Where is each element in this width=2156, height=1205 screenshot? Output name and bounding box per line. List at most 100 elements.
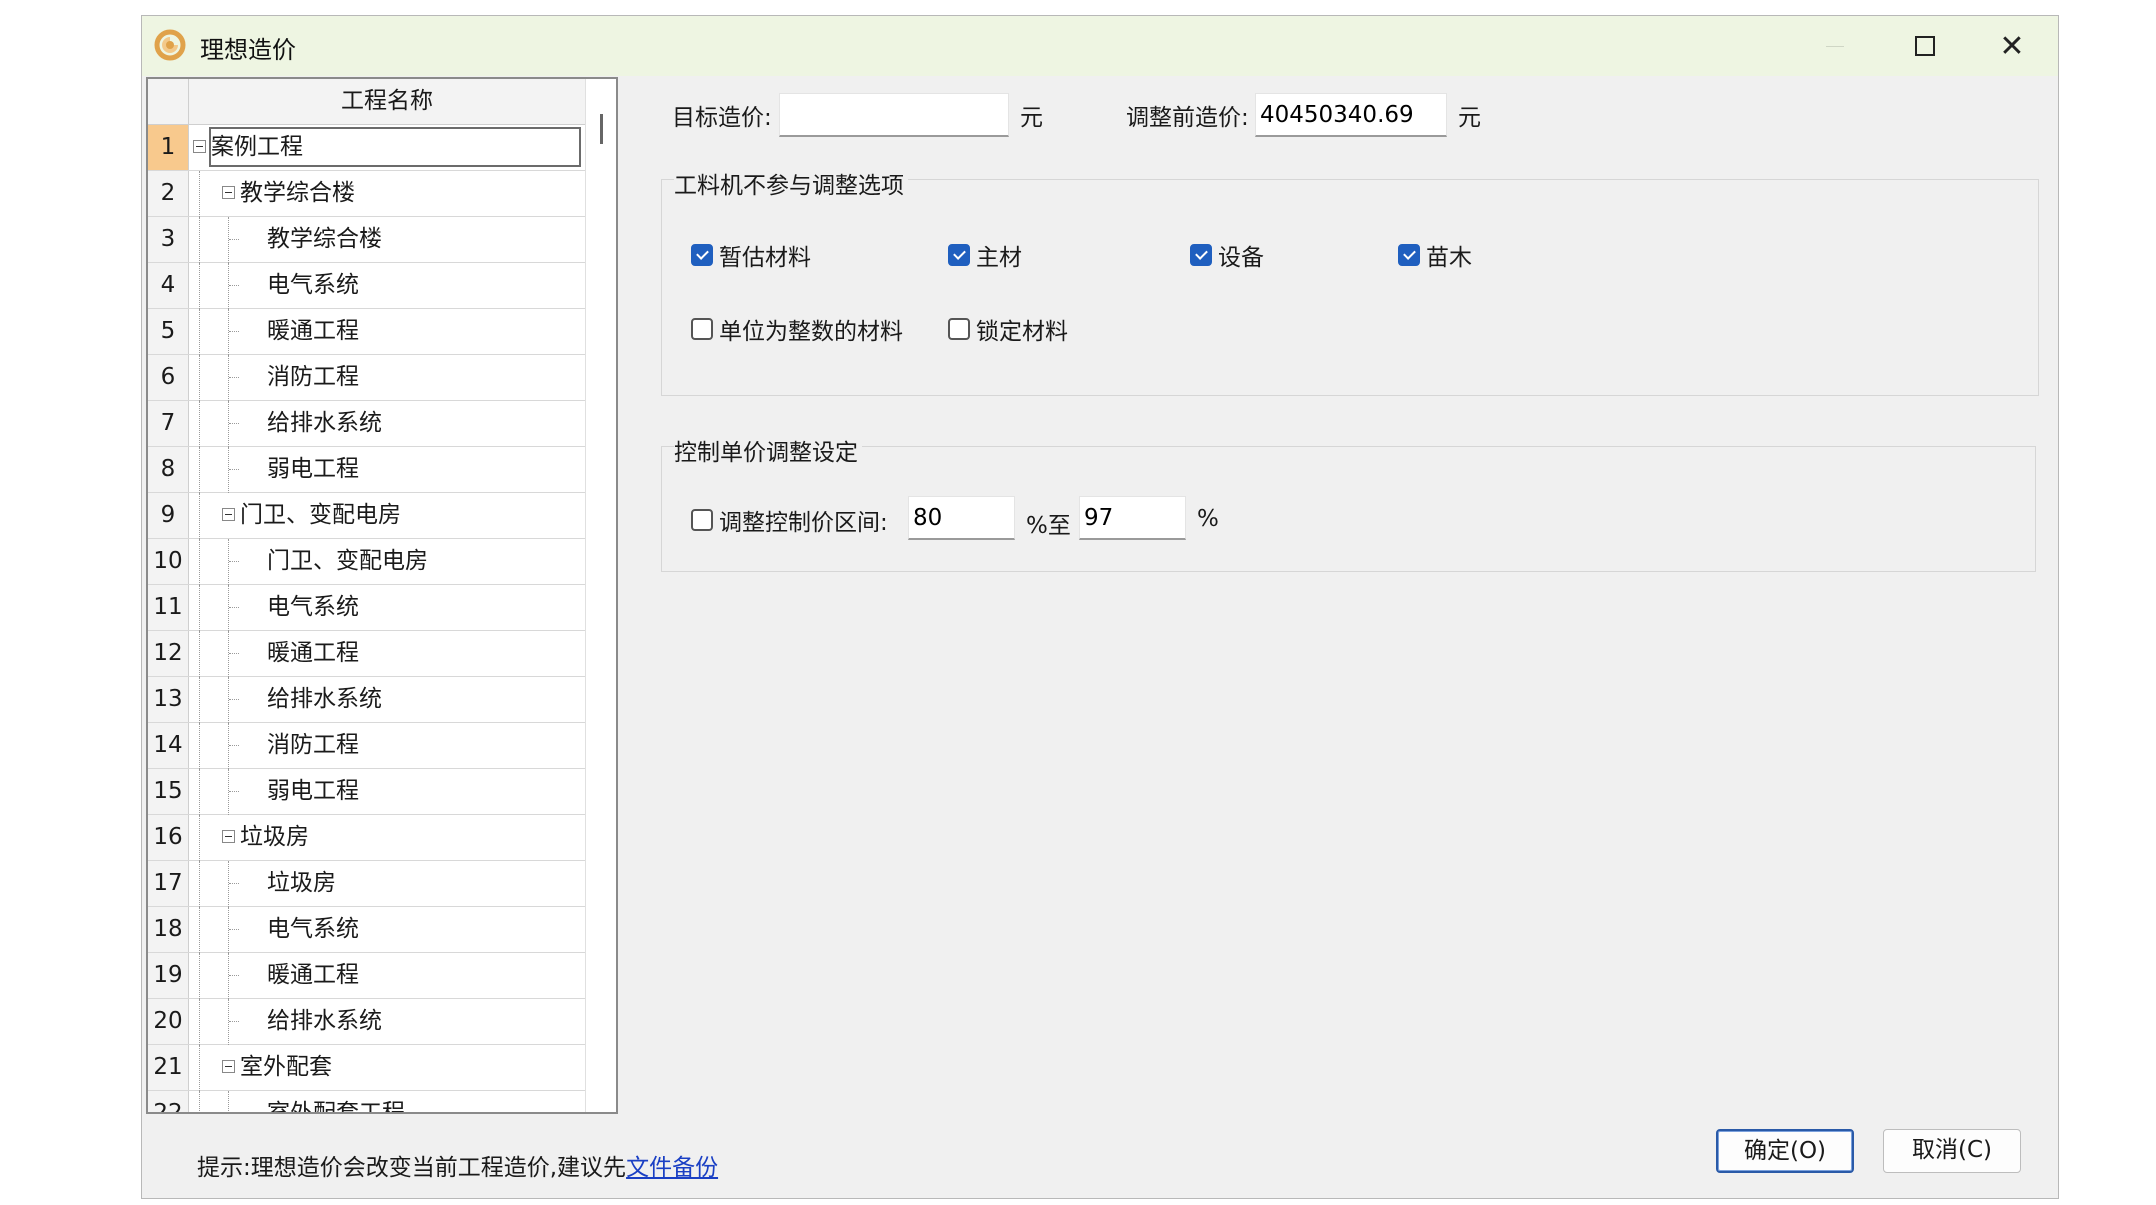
tree-cell[interactable]: 暖通工程 — [189, 953, 585, 999]
checkbox-main-material[interactable]: 主材 — [948, 240, 1022, 271]
tree-cell[interactable]: 弱电工程 — [189, 769, 585, 815]
tree-cell[interactable]: 消防工程 — [189, 723, 585, 769]
row-number[interactable]: 20 — [148, 999, 189, 1044]
column-header-project-name[interactable]: 工程名称 — [189, 79, 585, 124]
tree-row[interactable]: 2 教学综合楼 — [148, 171, 585, 217]
range-to-input[interactable] — [1079, 496, 1186, 540]
minimize-button[interactable] — [1792, 16, 1878, 76]
tree-row[interactable]: 14 消防工程 — [148, 723, 585, 769]
row-number[interactable]: 2 — [148, 171, 189, 216]
tree-row[interactable]: 10 门卫、变配电房 — [148, 539, 585, 585]
row-number[interactable]: 16 — [148, 815, 189, 860]
row-number[interactable]: 6 — [148, 355, 189, 400]
checkbox-integer-unit-material[interactable]: 单位为整数的材料 — [691, 314, 903, 345]
row-number[interactable]: 9 — [148, 493, 189, 538]
file-backup-link[interactable]: 文件备份 — [626, 1155, 718, 1181]
row-number[interactable]: 7 — [148, 401, 189, 446]
tree-cell[interactable]: 暖通工程 — [189, 631, 585, 677]
close-button[interactable]: ✕ — [1969, 16, 2055, 76]
tree-row[interactable]: 1 案例工程 — [148, 125, 585, 171]
scrollbar-thumb[interactable] — [600, 114, 603, 144]
tree-cell[interactable]: 给排水系统 — [189, 401, 585, 447]
row-number[interactable]: 13 — [148, 677, 189, 722]
maximize-button[interactable] — [1882, 16, 1968, 76]
row-number[interactable]: 10 — [148, 539, 189, 584]
row-number[interactable]: 5 — [148, 309, 189, 354]
tree-cell[interactable]: 电气系统 — [189, 907, 585, 953]
tree-row[interactable]: 20 给排水系统 — [148, 999, 585, 1045]
checkbox-icon[interactable] — [948, 244, 970, 266]
collapse-toggle-icon[interactable] — [222, 508, 235, 521]
tree-row[interactable]: 5 暖通工程 — [148, 309, 585, 355]
row-number[interactable]: 4 — [148, 263, 189, 308]
tree-cell[interactable]: 案例工程 — [189, 125, 585, 170]
row-number[interactable]: 12 — [148, 631, 189, 676]
tree-cell[interactable]: 垃圾房 — [189, 815, 585, 861]
row-number[interactable]: 3 — [148, 217, 189, 262]
tree-row[interactable]: 3 教学综合楼 — [148, 217, 585, 263]
tree-scrollbar[interactable] — [585, 79, 616, 1112]
checkbox-icon[interactable] — [691, 509, 713, 531]
checkbox-equipment[interactable]: 设备 — [1190, 240, 1264, 271]
tree-row[interactable]: 19 暖通工程 — [148, 953, 585, 999]
tree-row[interactable]: 17 垃圾房 — [148, 861, 585, 907]
row-number[interactable]: 21 — [148, 1045, 189, 1090]
tree-row[interactable]: 15 弱电工程 — [148, 769, 585, 815]
tree-cell[interactable]: 垃圾房 — [189, 861, 585, 907]
collapse-toggle-icon[interactable] — [222, 186, 235, 199]
tree-cell[interactable]: 暖通工程 — [189, 309, 585, 355]
tree-cell[interactable]: 给排水系统 — [189, 999, 585, 1045]
row-number[interactable]: 8 — [148, 447, 189, 492]
row-number[interactable]: 14 — [148, 723, 189, 768]
checkbox-provisional-material[interactable]: 暂估材料 — [691, 240, 811, 271]
row-number[interactable]: 17 — [148, 861, 189, 906]
tree-row[interactable]: 11 电气系统 — [148, 585, 585, 631]
tree-row[interactable]: 21 室外配套 — [148, 1045, 585, 1091]
tree-connector-line — [228, 585, 229, 631]
checkbox-icon[interactable] — [691, 318, 713, 340]
tree-row[interactable]: 4 电气系统 — [148, 263, 585, 309]
tree-cell[interactable]: 门卫、变配电房 — [189, 539, 585, 585]
row-number[interactable]: 15 — [148, 769, 189, 814]
ok-button[interactable]: 确定(O) — [1716, 1129, 1854, 1173]
tree-cell[interactable]: 电气系统 — [189, 585, 585, 631]
target-cost-input[interactable] — [779, 93, 1009, 137]
checkbox-icon[interactable] — [1398, 244, 1420, 266]
tree-cell[interactable]: 教学综合楼 — [189, 217, 585, 263]
tree-cell[interactable]: 弱电工程 — [189, 447, 585, 493]
exclude-options-title: 工料机不参与调整选项 — [674, 166, 908, 200]
row-number[interactable]: 11 — [148, 585, 189, 630]
range-from-input[interactable] — [908, 496, 1015, 540]
checkbox-icon[interactable] — [948, 318, 970, 340]
tree-cell[interactable]: 室外配套工程 — [189, 1091, 585, 1112]
tree-row[interactable]: 7 给排水系统 — [148, 401, 585, 447]
collapse-toggle-icon[interactable] — [193, 140, 206, 153]
cancel-button[interactable]: 取消(C) — [1883, 1129, 2021, 1173]
checkbox-icon[interactable] — [691, 244, 713, 266]
tree-row[interactable]: 16 垃圾房 — [148, 815, 585, 861]
tree-cell[interactable]: 教学综合楼 — [189, 171, 585, 217]
tree-row[interactable]: 12 暖通工程 — [148, 631, 585, 677]
row-number[interactable]: 22 — [148, 1091, 189, 1112]
row-number[interactable]: 18 — [148, 907, 189, 952]
tree-row[interactable]: 6 消防工程 — [148, 355, 585, 401]
checkbox-icon[interactable] — [1190, 244, 1212, 266]
tree-row[interactable]: 22 室外配套工程 — [148, 1091, 585, 1112]
tree-row[interactable]: 13 给排水系统 — [148, 677, 585, 723]
tree-row[interactable]: 9 门卫、变配电房 — [148, 493, 585, 539]
pre-adjust-cost-input[interactable] — [1255, 93, 1447, 137]
tree-cell[interactable]: 电气系统 — [189, 263, 585, 309]
row-number[interactable]: 19 — [148, 953, 189, 998]
tree-cell[interactable]: 门卫、变配电房 — [189, 493, 585, 539]
checkbox-locked-material[interactable]: 锁定材料 — [948, 314, 1068, 345]
checkbox-adjust-control-range[interactable]: 调整控制价区间: — [691, 505, 888, 536]
tree-row[interactable]: 18 电气系统 — [148, 907, 585, 953]
checkbox-seedlings[interactable]: 苗木 — [1398, 240, 1472, 271]
collapse-toggle-icon[interactable] — [222, 1060, 235, 1073]
row-number[interactable]: 1 — [148, 125, 189, 170]
tree-cell[interactable]: 给排水系统 — [189, 677, 585, 723]
tree-row[interactable]: 8 弱电工程 — [148, 447, 585, 493]
collapse-toggle-icon[interactable] — [222, 830, 235, 843]
tree-cell[interactable]: 室外配套 — [189, 1045, 585, 1091]
tree-cell[interactable]: 消防工程 — [189, 355, 585, 401]
